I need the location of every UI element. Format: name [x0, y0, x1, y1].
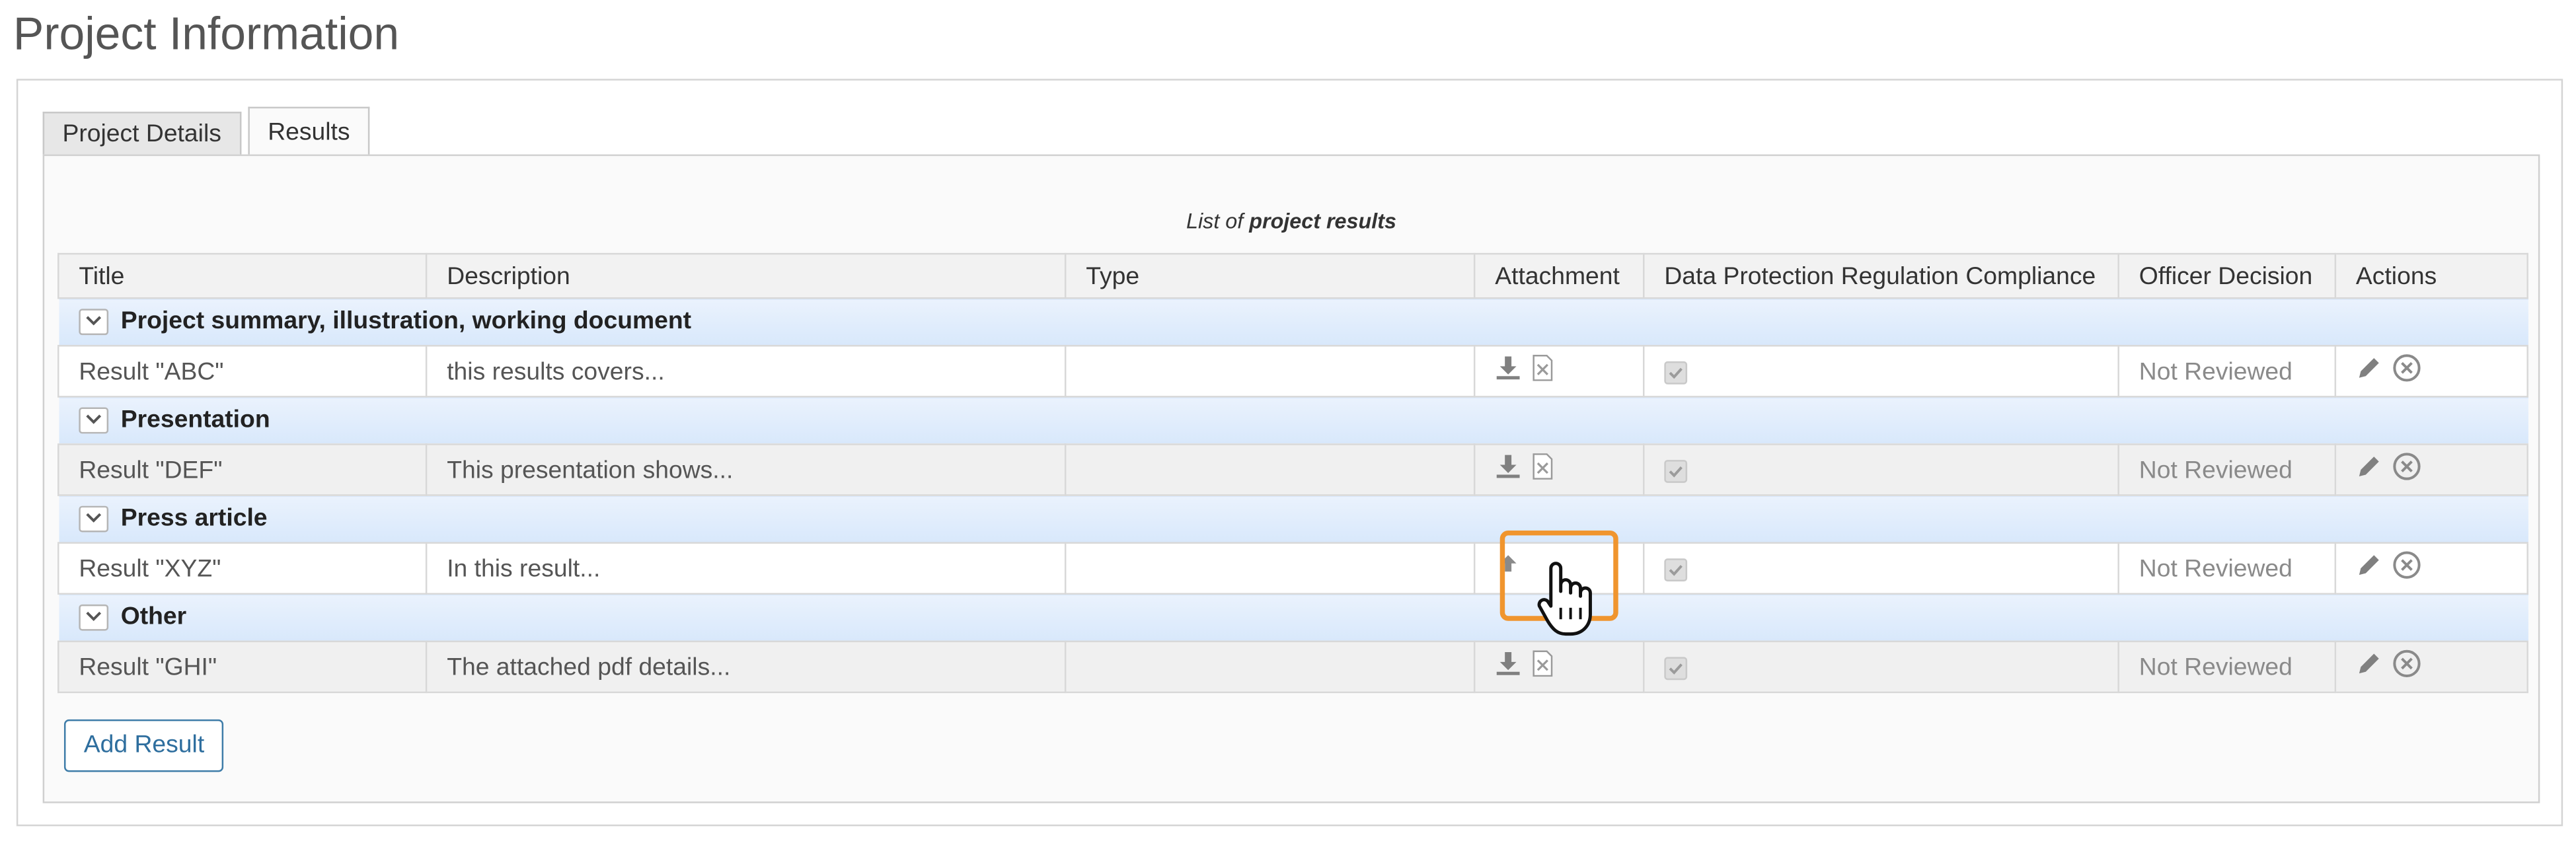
- chevron-down-icon[interactable]: [78, 603, 108, 630]
- remove-file-icon[interactable]: [1531, 453, 1554, 486]
- download-icon[interactable]: [1495, 453, 1521, 486]
- cell-title: Result "XYZ": [57, 542, 428, 595]
- hand-pointer-icon: [1534, 558, 1597, 649]
- cell-type: [1064, 443, 1476, 496]
- table-row[interactable]: Result "ABC" this results covers... Not …: [57, 345, 2528, 398]
- group-label: Project summary, illustration, working d…: [120, 308, 692, 336]
- compliance-checkbox: [1664, 656, 1688, 680]
- cell-officer-decision: Not Reviewed: [2117, 345, 2337, 398]
- table-row[interactable]: Result "XYZ" In this result... Not Revie…: [57, 542, 2528, 595]
- page: Project Information Project Details Resu…: [0, 0, 2576, 844]
- compliance-checkbox: [1664, 360, 1688, 384]
- group-header-row[interactable]: Press article: [58, 494, 2528, 544]
- cell-officer-decision: Not Reviewed: [2117, 640, 2337, 694]
- add-result-button[interactable]: Add Result: [63, 719, 225, 772]
- cell-description: This presentation shows...: [425, 443, 1067, 496]
- cell-attachment: [1473, 640, 1645, 694]
- table-row[interactable]: Result "GHI" The attached pdf details...…: [57, 640, 2528, 694]
- group-label: Other: [120, 603, 187, 632]
- edit-pencil-icon[interactable]: [2356, 650, 2382, 683]
- decision-status: Not Reviewed: [2139, 554, 2292, 583]
- cell-compliance: [1643, 443, 2119, 496]
- column-header-compliance[interactable]: Data Protection Regulation Compliance: [1643, 252, 2119, 299]
- cell-officer-decision: Not Reviewed: [2117, 542, 2337, 595]
- decision-status: Not Reviewed: [2139, 653, 2292, 681]
- cell-actions: [2334, 345, 2528, 398]
- chevron-down-icon[interactable]: [78, 308, 108, 334]
- remove-file-icon[interactable]: [1531, 650, 1554, 683]
- tab-results[interactable]: Results: [248, 106, 370, 158]
- cell-type: [1064, 640, 1476, 694]
- group-label: Presentation: [120, 406, 270, 435]
- cell-compliance: [1643, 345, 2119, 398]
- results-tab-content: List of project results Title Descriptio…: [42, 154, 2540, 803]
- remove-file-icon[interactable]: [1531, 354, 1554, 388]
- chevron-down-icon[interactable]: [78, 406, 108, 433]
- results-table: Title Description Type Attachment Data P…: [57, 252, 2528, 694]
- cell-actions: [2334, 443, 2528, 496]
- compliance-checkbox: [1664, 558, 1688, 581]
- column-header-attachment[interactable]: Attachment: [1473, 252, 1645, 299]
- table-row[interactable]: Result "DEF" This presentation shows... …: [57, 443, 2528, 496]
- edit-pencil-icon[interactable]: [2356, 552, 2382, 585]
- delete-circle-icon[interactable]: [2392, 550, 2422, 587]
- column-header-type[interactable]: Type: [1064, 252, 1476, 299]
- group-header-row[interactable]: Presentation: [58, 396, 2528, 445]
- group-label: Press article: [120, 505, 268, 533]
- delete-circle-icon[interactable]: [2392, 353, 2422, 389]
- download-icon[interactable]: [1495, 650, 1521, 683]
- group-header-row[interactable]: Project summary, illustration, working d…: [58, 297, 2528, 347]
- cell-title: Result "GHI": [57, 640, 428, 694]
- column-header-description[interactable]: Description: [425, 252, 1067, 299]
- cell-description: The attached pdf details...: [425, 640, 1067, 694]
- column-header-title[interactable]: Title: [57, 252, 428, 299]
- cell-type: [1064, 345, 1476, 398]
- delete-circle-icon[interactable]: [2392, 452, 2422, 488]
- cell-attachment: [1473, 345, 1645, 398]
- decision-status: Not Reviewed: [2139, 357, 2292, 385]
- cell-officer-decision: Not Reviewed: [2117, 443, 2337, 496]
- cell-compliance: [1643, 640, 2119, 694]
- page-title: Project Information: [13, 8, 400, 59]
- delete-circle-icon[interactable]: [2392, 649, 2422, 685]
- cell-description: In this result...: [425, 542, 1067, 595]
- column-header-officer-decision[interactable]: Officer Decision: [2117, 252, 2337, 299]
- edit-pencil-icon[interactable]: [2356, 453, 2382, 486]
- group-header-row[interactable]: Other: [58, 593, 2528, 643]
- cell-type: [1064, 542, 1476, 595]
- cell-compliance: [1643, 542, 2119, 595]
- cell-actions: [2334, 542, 2528, 595]
- compliance-checkbox: [1664, 459, 1688, 482]
- chevron-down-icon[interactable]: [78, 505, 108, 532]
- edit-pencil-icon[interactable]: [2356, 355, 2382, 388]
- table-caption: List of project results: [1186, 208, 1396, 234]
- project-panel: Project Details Results List of project …: [16, 79, 2563, 827]
- table-header-row: Title Description Type Attachment Data P…: [57, 252, 2528, 299]
- decision-status: Not Reviewed: [2139, 455, 2292, 484]
- cell-attachment: [1473, 443, 1645, 496]
- download-icon[interactable]: [1495, 355, 1521, 388]
- cell-description: this results covers...: [425, 345, 1067, 398]
- tab-project-details[interactable]: Project Details: [42, 112, 241, 157]
- column-header-actions: Actions: [2334, 252, 2528, 299]
- cell-actions: [2334, 640, 2528, 694]
- cell-title: Result "ABC": [57, 345, 428, 398]
- cell-title: Result "DEF": [57, 443, 428, 496]
